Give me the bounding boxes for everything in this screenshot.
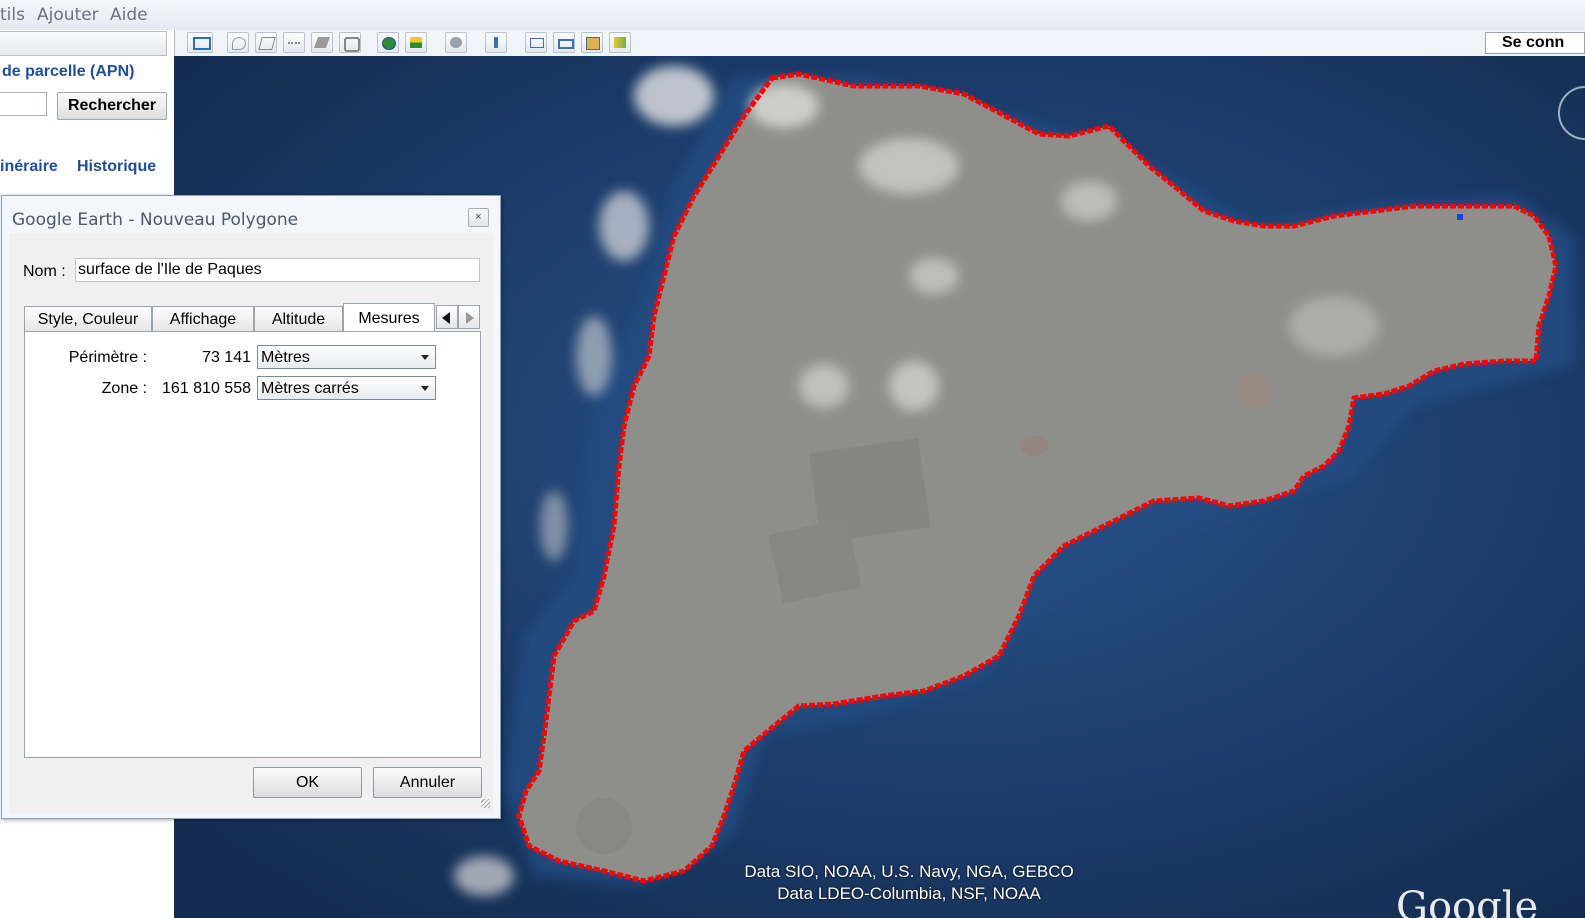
record-tour-button[interactable] [339,32,361,53]
menu-bar: tils Ajouter Aide [0,0,1585,31]
chevron-down-icon [421,386,429,391]
arrow-right-icon [466,312,474,324]
sunlight-icon [410,37,422,48]
perimeter-unit-select[interactable]: Mètres [257,345,436,369]
tab-scroll-left-button[interactable] [436,305,458,329]
map-credits-line-2: Data LDEO-Columbia, NSF, NOAA [777,884,1041,903]
new-polygon-dialog: Google Earth - Nouveau Polygone × Nom : … [1,195,501,819]
save-image-button[interactable] [581,32,603,53]
historical-imagery-button[interactable] [377,32,399,53]
area-label: Zone : [101,380,147,397]
tab-altitude[interactable]: Altitude [254,306,343,331]
print-icon [558,39,574,49]
perimeter-unit-value: Mètres [261,349,310,366]
resize-grip-icon[interactable] [481,799,490,808]
tab-scroll-right-button[interactable] [458,305,480,329]
ok-button[interactable]: OK [253,767,362,798]
record-tour-icon [344,37,360,52]
sign-in-button[interactable]: Se conn [1485,32,1585,54]
sunlight-button[interactable] [405,32,427,53]
tab-display[interactable]: Affichage [152,306,254,331]
tab-style-color[interactable]: Style, Couleur [24,306,152,331]
area-unit-select[interactable]: Mètres carrés [257,376,436,400]
polygon-button[interactable] [255,32,277,53]
tab-measurements[interactable]: Mesures [343,303,435,332]
cancel-button[interactable]: Annuler [373,767,482,798]
image-overlay-icon [313,37,331,48]
menu-tools[interactable]: tils [0,5,25,25]
google-logo: Google [1396,884,1539,918]
path-button[interactable] [283,32,305,53]
ruler-icon [494,37,498,48]
history-tab[interactable]: Historique [77,158,156,176]
arrow-left-icon [442,312,450,324]
sidebar-toggle-button[interactable] [187,32,213,53]
save-image-icon [586,37,600,50]
map-credits-line-1: Data SIO, NOAA, U.S. Navy, NGA, GEBCO [744,862,1074,881]
placemark-icon [232,37,246,50]
name-label: Nom : [23,263,66,280]
perimeter-label: Périmètre : [68,349,147,366]
chevron-down-icon [421,355,429,360]
map-credits: Data SIO, NOAA, U.S. Navy, NGA, GEBCO Da… [694,861,1124,905]
historical-imagery-icon [382,37,396,50]
selected-vertex-marker[interactable] [1457,214,1463,220]
email-button[interactable] [525,32,547,53]
apn-search-input[interactable] [0,92,47,116]
itinerary-tab[interactable]: inéraire [0,158,58,176]
area-value: 161 810 558 [162,380,251,397]
sidebar-toggle-icon [193,37,211,50]
path-icon [288,42,300,55]
email-icon [530,38,544,48]
dialog-title: Google Earth - Nouveau Polygone [12,210,299,230]
toolbar: Se conn [174,30,1585,57]
view-in-maps-button[interactable] [609,32,631,53]
view-in-maps-icon [614,37,626,48]
placemark-button[interactable] [227,32,249,53]
apn-search-title: de parcelle (APN) [2,63,135,80]
menu-add[interactable]: Ajouter [37,5,99,25]
measurements-panel: Périmètre : 73 141 Mètres Zone : 161 810… [24,331,481,758]
close-button[interactable]: × [468,208,489,227]
menu-help[interactable]: Aide [110,5,148,25]
close-icon: × [475,211,482,223]
planets-icon [450,37,462,48]
image-overlay-button[interactable] [311,32,333,53]
dialog-body: Nom : surface de l'Ile de Paques Style, … [9,233,493,813]
name-input[interactable]: surface de l'Ile de Paques [75,258,480,282]
side-panel-header [0,31,167,56]
area-unit-value: Mètres carrés [261,380,359,397]
polygon-icon [258,37,276,50]
perimeter-value: 73 141 [202,349,251,366]
print-button[interactable] [553,32,575,53]
planets-button[interactable] [445,32,467,53]
ruler-button[interactable] [485,32,507,53]
search-button[interactable]: Rechercher [57,92,167,120]
